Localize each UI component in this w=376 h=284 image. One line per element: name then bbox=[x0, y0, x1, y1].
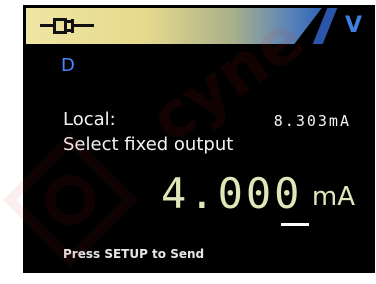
output-value[interactable]: 4.000 bbox=[161, 169, 302, 219]
mode-indicator: D bbox=[61, 55, 75, 76]
local-value: 8.303mA bbox=[273, 112, 351, 130]
output-unit: mA bbox=[311, 182, 355, 212]
plug-icon bbox=[40, 18, 94, 34]
device-screen: V D Local: 8.303mA Select fixed output 4… bbox=[23, 5, 375, 273]
units-flag: V bbox=[344, 13, 362, 38]
digit-cursor bbox=[281, 223, 309, 226]
prompt-text: Select fixed output bbox=[63, 134, 234, 155]
local-label: Local: bbox=[63, 109, 116, 130]
hint-text: Press SETUP to Send bbox=[63, 247, 205, 261]
status-bar: V bbox=[26, 8, 370, 44]
